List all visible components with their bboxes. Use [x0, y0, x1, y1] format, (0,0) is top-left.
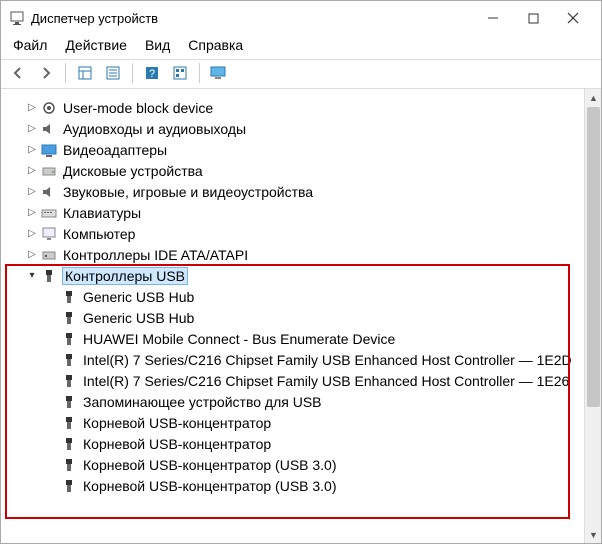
toolbar: ?: [1, 59, 601, 89]
disk-icon: [41, 163, 57, 179]
chevron-right-icon[interactable]: ▷: [25, 206, 39, 220]
tree-category-usb[interactable]: ▾ Контроллеры USB: [7, 265, 595, 286]
device-label: Generic USB Hub: [83, 289, 194, 305]
back-button[interactable]: [7, 62, 29, 84]
toolbar-separator: [199, 63, 200, 83]
tree-device[interactable]: Intel(R) 7 Series/C216 Chipset Family US…: [7, 370, 595, 391]
chevron-right-icon[interactable]: ▷: [25, 101, 39, 115]
maximize-button[interactable]: [513, 4, 553, 32]
chevron-right-icon[interactable]: ▷: [25, 122, 39, 136]
speaker-icon: [41, 121, 57, 137]
titlebar: Диспетчер устройств: [1, 1, 601, 33]
device-label: Intel(R) 7 Series/C216 Chipset Family US…: [83, 373, 569, 389]
tree-category[interactable]: ▷ User-mode block device: [7, 97, 595, 118]
category-label: Клавиатуры: [63, 205, 141, 221]
tree-device[interactable]: HUAWEI Mobile Connect - Bus Enumerate De…: [7, 328, 595, 349]
usb-icon: [61, 310, 77, 326]
close-button[interactable]: [553, 4, 593, 32]
tree-category[interactable]: ▷ Контроллеры IDE ATA/ATAPI: [7, 244, 595, 265]
category-label: Аудиовходы и аудиовыходы: [63, 121, 246, 137]
category-label: Дисковые устройства: [63, 163, 203, 179]
tree-device[interactable]: Intel(R) 7 Series/C216 Chipset Family US…: [7, 349, 595, 370]
device-label: Intel(R) 7 Series/C216 Chipset Family US…: [83, 352, 572, 368]
scroll-down-arrow[interactable]: ▼: [585, 526, 601, 543]
toolbar-separator: [132, 63, 133, 83]
chevron-down-icon[interactable]: ▾: [25, 269, 39, 283]
category-label: Контроллеры USB: [63, 268, 187, 284]
speaker-icon: [41, 184, 57, 200]
view-button-1[interactable]: [74, 62, 96, 84]
tree-category[interactable]: ▷ Аудиовходы и аудиовыходы: [7, 118, 595, 139]
tree-category[interactable]: ▷ Звуковые, игровые и видеоустройства: [7, 181, 595, 202]
tree-category[interactable]: ▷ Компьютер: [7, 223, 595, 244]
usb-icon: [61, 457, 77, 473]
tree-device[interactable]: Корневой USB-концентратор (USB 3.0): [7, 475, 595, 496]
usb-icon: [61, 331, 77, 347]
menubar: Файл Действие Вид Справка: [1, 33, 601, 59]
chevron-right-icon[interactable]: ▷: [25, 143, 39, 157]
category-label: Контроллеры IDE ATA/ATAPI: [63, 247, 248, 263]
menu-file[interactable]: Файл: [13, 37, 47, 53]
category-label: Звуковые, игровые и видеоустройства: [63, 184, 313, 200]
usb-icon: [61, 352, 77, 368]
window-title: Диспетчер устройств: [31, 11, 158, 26]
category-label: User-mode block device: [63, 100, 213, 116]
tree-device[interactable]: Корневой USB-концентратор: [7, 433, 595, 454]
app-icon: [9, 10, 25, 26]
device-label: Корневой USB-концентратор (USB 3.0): [83, 457, 337, 473]
category-label: Компьютер: [63, 226, 135, 242]
device-label: Корневой USB-концентратор: [83, 415, 271, 431]
device-label: Generic USB Hub: [83, 310, 194, 326]
tree-device[interactable]: Запоминающее устройство для USB: [7, 391, 595, 412]
scan-button[interactable]: [169, 62, 191, 84]
usb-icon: [61, 436, 77, 452]
chevron-right-icon[interactable]: ▷: [25, 248, 39, 262]
usb-icon: [61, 373, 77, 389]
tree-category[interactable]: ▷ Дисковые устройства: [7, 160, 595, 181]
tree-category[interactable]: ▷ Видеоадаптеры: [7, 139, 595, 160]
usb-icon: [61, 415, 77, 431]
usb-icon: [61, 478, 77, 494]
vertical-scrollbar[interactable]: ▲ ▼: [584, 89, 601, 543]
device-label: Корневой USB-концентратор (USB 3.0): [83, 478, 337, 494]
tree-device[interactable]: Generic USB Hub: [7, 307, 595, 328]
device-label: Запоминающее устройство для USB: [83, 394, 322, 410]
chevron-right-icon[interactable]: ▷: [25, 185, 39, 199]
display-icon: [41, 142, 57, 158]
svg-text:?: ?: [149, 68, 155, 80]
chevron-right-icon[interactable]: ▷: [25, 227, 39, 241]
device-icon: [41, 100, 57, 116]
tree-device[interactable]: Корневой USB-концентратор (USB 3.0): [7, 454, 595, 475]
device-label: Корневой USB-концентратор: [83, 436, 271, 452]
help-button[interactable]: ?: [141, 62, 163, 84]
keyboard-icon: [41, 205, 57, 221]
computer-icon: [41, 226, 57, 242]
view-button-2[interactable]: [102, 62, 124, 84]
device-label: HUAWEI Mobile Connect - Bus Enumerate De…: [83, 331, 395, 347]
tree-category[interactable]: ▷ Клавиатуры: [7, 202, 595, 223]
menu-view[interactable]: Вид: [145, 37, 170, 53]
toolbar-separator: [65, 63, 66, 83]
forward-button[interactable]: [35, 62, 57, 84]
usb-icon: [61, 394, 77, 410]
usb-icon: [61, 289, 77, 305]
usb-icon: [41, 268, 57, 284]
menu-help[interactable]: Справка: [188, 37, 243, 53]
monitor-button[interactable]: [208, 62, 230, 84]
minimize-button[interactable]: [473, 4, 513, 32]
chevron-right-icon[interactable]: ▷: [25, 164, 39, 178]
controller-icon: [41, 247, 57, 263]
device-tree: ▷ User-mode block device ▷ Аудиовходы и …: [1, 89, 601, 543]
scroll-up-arrow[interactable]: ▲: [585, 89, 601, 106]
menu-action[interactable]: Действие: [65, 37, 127, 53]
scroll-thumb[interactable]: [587, 107, 600, 407]
category-label: Видеоадаптеры: [63, 142, 167, 158]
tree-device[interactable]: Корневой USB-концентратор: [7, 412, 595, 433]
tree-device[interactable]: Generic USB Hub: [7, 286, 595, 307]
